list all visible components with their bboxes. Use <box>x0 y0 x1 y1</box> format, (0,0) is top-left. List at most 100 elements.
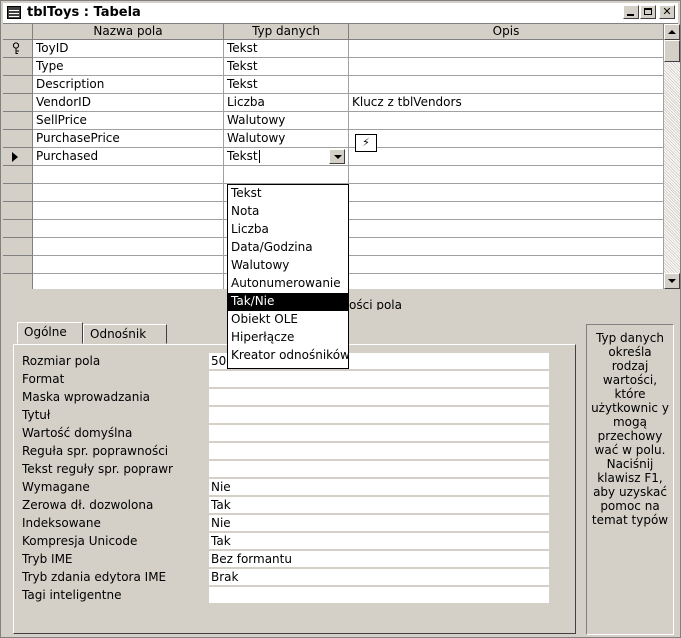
dropdown-option[interactable]: Liczba <box>228 221 348 239</box>
property-row[interactable]: Tagi inteligentne <box>16 587 556 605</box>
field-row[interactable]: ToyID Tekst <box>3 40 664 58</box>
data-type-cell[interactable]: Walutowy <box>224 130 349 148</box>
grid-vertical-scrollbar[interactable] <box>664 24 680 289</box>
minimize-button[interactable] <box>623 5 639 19</box>
row-selector[interactable] <box>3 94 33 112</box>
field-name-cell[interactable] <box>33 238 224 256</box>
field-row[interactable]: Description Tekst <box>3 76 664 94</box>
property-row[interactable]: Maska wprowadzania <box>16 389 556 407</box>
dropdown-option[interactable]: Hiperłącze <box>228 329 348 347</box>
description-cell[interactable] <box>349 166 664 184</box>
field-name-cell[interactable] <box>33 202 224 220</box>
property-row[interactable]: Kompresja Unicode Tak <box>16 533 556 551</box>
data-type-cell[interactable]: Walutowy <box>224 112 349 130</box>
data-type-cell[interactable]: Tekst <box>224 40 349 58</box>
dropdown-option[interactable]: Walutowy <box>228 257 348 275</box>
header-field-name[interactable]: Nazwa pola <box>33 24 224 40</box>
property-value[interactable]: Nie <box>209 479 549 496</box>
close-button[interactable]: ✕ <box>659 5 675 19</box>
field-name-cell[interactable] <box>33 256 224 274</box>
property-row[interactable]: Indeksowane Nie <box>16 515 556 533</box>
property-value[interactable] <box>209 371 549 388</box>
description-cell[interactable] <box>349 58 664 76</box>
maximize-button[interactable] <box>640 5 656 19</box>
empty-row[interactable] <box>3 166 664 184</box>
property-value[interactable] <box>209 389 549 406</box>
property-value[interactable]: Brak <box>209 569 549 586</box>
description-cell[interactable] <box>349 130 664 148</box>
property-value[interactable] <box>209 425 549 442</box>
property-value[interactable]: Nie <box>209 515 549 532</box>
property-row[interactable]: Format <box>16 371 556 389</box>
property-row[interactable]: Wymagane Nie <box>16 479 556 497</box>
description-cell[interactable] <box>349 40 664 58</box>
row-selector[interactable] <box>3 112 33 130</box>
dropdown-option[interactable]: Data/Godzina <box>228 239 348 257</box>
property-row[interactable]: Tekst reguły spr. poprawr <box>16 461 556 479</box>
row-selector[interactable] <box>3 76 33 94</box>
description-cell[interactable] <box>349 256 664 274</box>
property-row[interactable]: Tytuł <box>16 407 556 425</box>
field-row[interactable]: Type Tekst <box>3 58 664 76</box>
header-data-type[interactable]: Typ danych <box>224 24 349 40</box>
dropdown-option-highlighted[interactable]: Tak/Nie <box>228 293 348 311</box>
description-cell[interactable] <box>349 112 664 130</box>
data-type-cell[interactable] <box>224 166 349 184</box>
row-selector[interactable] <box>3 238 33 256</box>
property-row[interactable]: Reguła spr. poprawności <box>16 443 556 461</box>
scroll-thumb[interactable] <box>664 40 680 62</box>
row-selector[interactable] <box>3 220 33 238</box>
property-row[interactable]: Tryb IME Bez formantu <box>16 551 556 569</box>
field-name-cell[interactable] <box>33 220 224 238</box>
scroll-down-button[interactable] <box>664 273 680 289</box>
row-selector[interactable] <box>3 184 33 202</box>
field-name-cell[interactable] <box>33 166 224 184</box>
field-row[interactable]: VendorID Liczba Klucz z tblVendors <box>3 94 664 112</box>
field-row-current[interactable]: Purchased Tekst <box>3 148 664 166</box>
property-value[interactable] <box>209 461 549 478</box>
field-row[interactable]: PurchasePrice Walutowy <box>3 130 664 148</box>
row-selector[interactable] <box>3 130 33 148</box>
property-row[interactable]: Zerowa dł. dozwolona Tak <box>16 497 556 515</box>
field-name-cell[interactable] <box>33 184 224 202</box>
row-selector[interactable] <box>3 148 33 166</box>
row-selector[interactable] <box>3 256 33 274</box>
property-value[interactable] <box>209 587 549 604</box>
description-cell[interactable] <box>349 76 664 94</box>
field-name-cell[interactable]: PurchasePrice <box>33 130 224 148</box>
property-value[interactable] <box>209 407 549 424</box>
scroll-track[interactable] <box>664 62 680 273</box>
dropdown-option[interactable]: Kreator odnośników <box>228 347 348 365</box>
field-name-cell[interactable]: VendorID <box>33 94 224 112</box>
row-selector[interactable] <box>3 40 33 58</box>
data-type-cell[interactable]: Tekst <box>224 58 349 76</box>
property-value[interactable]: Bez formantu <box>209 551 549 568</box>
description-cell[interactable] <box>349 220 664 238</box>
description-cell[interactable] <box>349 184 664 202</box>
row-selector[interactable] <box>3 166 33 184</box>
tab-lookup[interactable]: Odnośnik <box>83 324 167 344</box>
field-name-cell[interactable]: Type <box>33 58 224 76</box>
dropdown-option[interactable]: Autonumerowanie <box>228 275 348 293</box>
description-cell[interactable] <box>349 148 664 166</box>
property-value[interactable] <box>209 443 549 460</box>
field-row[interactable]: SellPrice Walutowy <box>3 112 664 130</box>
field-name-cell[interactable]: ToyID <box>33 40 224 58</box>
header-description[interactable]: Opis <box>349 24 664 40</box>
dropdown-option[interactable]: Nota <box>228 203 348 221</box>
property-row[interactable]: Wartość domyślna <box>16 425 556 443</box>
description-cell[interactable] <box>349 238 664 256</box>
property-value[interactable]: Tak <box>209 533 549 550</box>
field-name-cell[interactable]: SellPrice <box>33 112 224 130</box>
row-selector[interactable] <box>3 202 33 220</box>
tab-general[interactable]: Ogólne <box>17 322 83 344</box>
row-selector[interactable] <box>3 58 33 76</box>
data-type-cell[interactable]: Liczba <box>224 94 349 112</box>
description-cell[interactable]: Klucz z tblVendors <box>349 94 664 112</box>
property-value[interactable]: Tak <box>209 497 549 514</box>
data-type-dropdown-button[interactable] <box>329 149 345 164</box>
field-name-cell[interactable]: Description <box>33 76 224 94</box>
builder-icon[interactable]: ⚡ <box>355 134 377 152</box>
dropdown-option[interactable]: Obiekt OLE <box>228 311 348 329</box>
description-cell[interactable] <box>349 202 664 220</box>
